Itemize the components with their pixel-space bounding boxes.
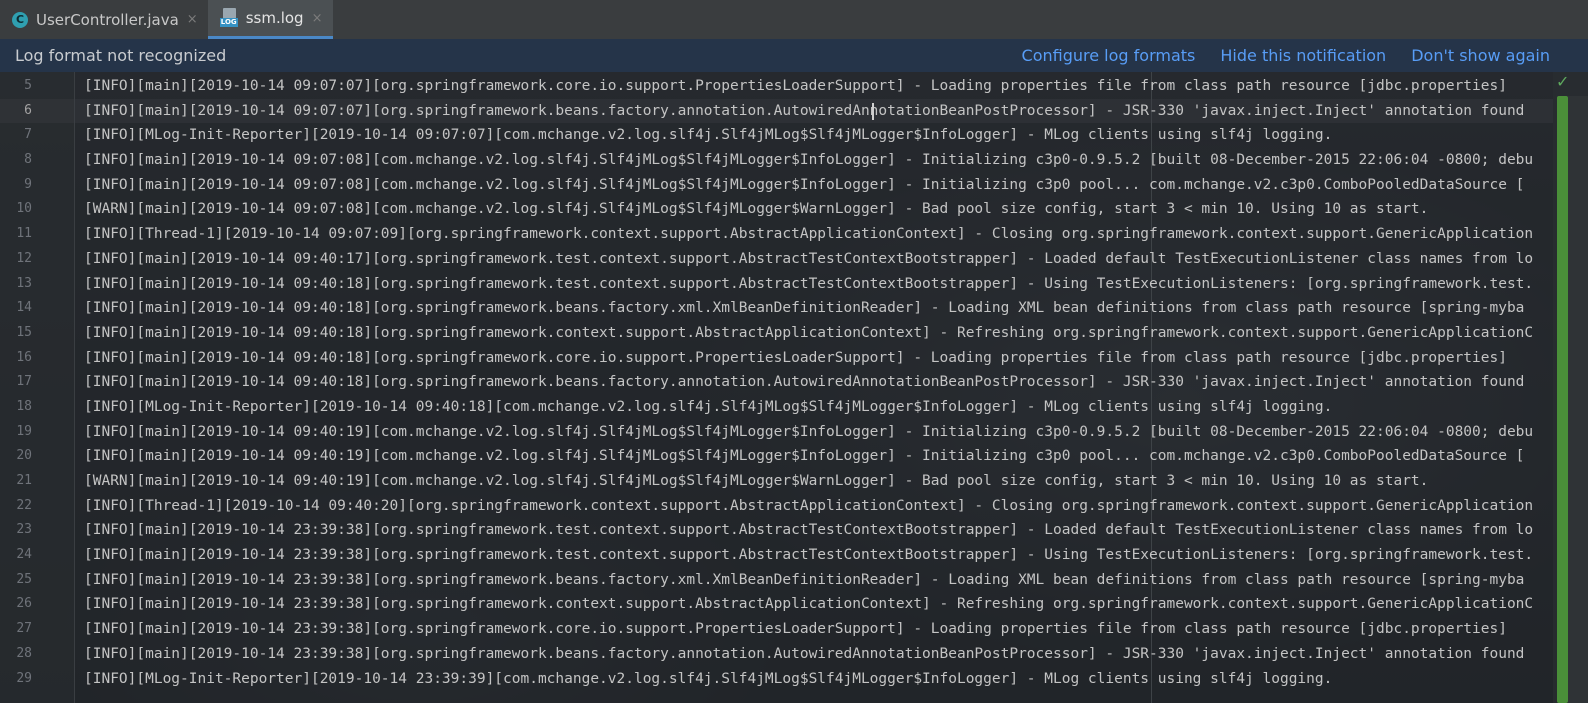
log-line-text: [WARN][main][2019-10-14 09:40:19][com.mc… bbox=[84, 473, 1429, 489]
hide-notification-link[interactable]: Hide this notification bbox=[1220, 46, 1386, 65]
notification-message: Log format not recognized bbox=[15, 46, 227, 65]
log-file-icon: LOG bbox=[219, 8, 238, 28]
line-number: 6 bbox=[24, 102, 32, 118]
log-line[interactable]: 22 [INFO][Thread-1][2019-10-14 09:40:20][… bbox=[0, 494, 1553, 519]
close-icon[interactable]: × bbox=[187, 12, 198, 27]
log-line-text: [INFO][main][2019-10-14 23:39:38][org.sp… bbox=[84, 596, 1534, 613]
log-line[interactable]: 26 [INFO][main][2019-10-14 23:39:38][org.… bbox=[0, 592, 1553, 617]
log-line-text: [INFO][main][2019-10-14 09:40:18][org.sp… bbox=[84, 300, 1525, 317]
text-caret bbox=[872, 102, 874, 120]
log-line[interactable]: 10 [WARN][main][2019-10-14 09:07:08][com.… bbox=[0, 197, 1553, 222]
line-number: 21 bbox=[16, 473, 32, 488]
line-number: 5 bbox=[24, 78, 32, 93]
log-line[interactable]: 29 [INFO][MLog-Init-Reporter][2019-10-14 … bbox=[0, 667, 1553, 692]
line-number: 18 bbox=[16, 398, 32, 414]
line-number: 8 bbox=[24, 152, 32, 168]
log-line[interactable]: 27 [INFO][main][2019-10-14 23:39:38][org.… bbox=[0, 617, 1553, 642]
log-line[interactable]: 20 [INFO][main][2019-10-14 09:40:19][com.… bbox=[0, 444, 1553, 469]
log-line-text: [INFO][main][2019-10-14 23:39:38][org.sp… bbox=[84, 645, 1525, 662]
log-line-text: [INFO][main][2019-10-14 09:40:17][org.sp… bbox=[84, 250, 1534, 267]
log-line[interactable]: 16 [INFO][main][2019-10-14 09:40:18][org.… bbox=[0, 346, 1553, 371]
line-number: 25 bbox=[16, 571, 32, 587]
log-line[interactable]: 15 [INFO][main][2019-10-14 09:40:18][org.… bbox=[0, 321, 1553, 346]
log-line-text: [INFO][main][2019-10-14 09:07:08][com.mc… bbox=[84, 176, 1525, 193]
line-number: 14 bbox=[16, 300, 32, 316]
line-number: 16 bbox=[16, 349, 32, 365]
line-number: 19 bbox=[16, 423, 32, 439]
log-line-text: [INFO][main][2019-10-14 09:40:18][org.sp… bbox=[84, 374, 1525, 391]
line-number: 29 bbox=[16, 670, 32, 686]
log-line-text: [INFO][main][2019-10-14 23:39:38][org.sp… bbox=[84, 571, 1525, 588]
log-line[interactable]: 18 [INFO][MLog-Init-Reporter][2019-10-14 … bbox=[0, 395, 1553, 420]
log-line[interactable]: 7 [INFO][MLog-Init-Reporter][2019-10-14 0… bbox=[0, 123, 1553, 148]
log-line[interactable]: 17 [INFO][main][2019-10-14 09:40:18][org.… bbox=[0, 370, 1553, 395]
log-line-text: [INFO][main][2019-10-14 09:07:07][org.sp… bbox=[84, 78, 1507, 94]
tab-user-controller[interactable]: C UserController.java × bbox=[0, 0, 208, 39]
check-icon[interactable]: ✓ bbox=[1556, 72, 1569, 91]
notification-actions: Configure log formats Hide this notifica… bbox=[997, 46, 1550, 65]
log-line-text: [INFO][main][2019-10-14 09:40:19][com.mc… bbox=[84, 448, 1525, 465]
log-line[interactable]: 9 [INFO][main][2019-10-14 09:07:08][com.m… bbox=[0, 173, 1553, 198]
log-editor[interactable]: 5 [INFO][main][2019-10-14 09:07:07][org.s… bbox=[0, 72, 1588, 703]
log-line-text: [INFO][MLog-Init-Reporter][2019-10-14 09… bbox=[84, 127, 1333, 144]
line-number: 13 bbox=[16, 275, 32, 291]
log-format-notification: Log format not recognized Configure log … bbox=[0, 39, 1588, 72]
log-line-text: [INFO][main][2019-10-14 23:39:38][org.sp… bbox=[84, 547, 1534, 564]
line-number: 17 bbox=[16, 374, 32, 390]
log-line-text: [INFO][main][2019-10-14 09:07:08][com.mc… bbox=[84, 152, 1534, 169]
log-line-text: [INFO][main][2019-10-14 23:39:38][org.sp… bbox=[84, 621, 1507, 638]
log-line-text: [INFO][MLog-Init-Reporter][2019-10-14 23… bbox=[84, 670, 1333, 687]
log-line[interactable]: 11 [INFO][Thread-1][2019-10-14 09:07:09][… bbox=[0, 222, 1553, 247]
scrollbar-track[interactable] bbox=[1568, 96, 1588, 703]
log-line-text: [INFO][main][2019-10-14 09:07:07][org.sp… bbox=[84, 102, 1525, 119]
log-line[interactable]: 28 [INFO][main][2019-10-14 23:39:38][org.… bbox=[0, 642, 1553, 667]
log-line-text: [INFO][Thread-1][2019-10-14 09:40:20][or… bbox=[84, 497, 1534, 514]
log-line[interactable]: 24 [INFO][main][2019-10-14 23:39:38][org.… bbox=[0, 543, 1553, 568]
configure-log-formats-link[interactable]: Configure log formats bbox=[1022, 46, 1196, 65]
dont-show-again-link[interactable]: Don't show again bbox=[1411, 46, 1550, 65]
line-number: 9 bbox=[24, 176, 32, 192]
line-number: 28 bbox=[16, 645, 32, 661]
log-line[interactable]: 25 [INFO][main][2019-10-14 23:39:38][org.… bbox=[0, 568, 1553, 593]
line-number: 10 bbox=[16, 201, 32, 217]
log-line[interactable]: 8 [INFO][main][2019-10-14 09:07:08][com.m… bbox=[0, 148, 1553, 173]
editor-tab-bar: C UserController.java × LOG ssm.log × bbox=[0, 0, 1588, 40]
tab-label: ssm.log bbox=[245, 9, 304, 27]
log-line[interactable]: 19 [INFO][main][2019-10-14 09:40:19][com.… bbox=[0, 420, 1553, 445]
log-line-text: [INFO][Thread-1][2019-10-14 09:07:09][or… bbox=[84, 226, 1534, 243]
log-line[interactable]: 23 [INFO][main][2019-10-14 23:39:38][org.… bbox=[0, 518, 1553, 543]
line-number: 22 bbox=[16, 497, 32, 513]
log-line[interactable]: 13 [INFO][main][2019-10-14 09:40:18][org.… bbox=[0, 272, 1553, 297]
line-number: 23 bbox=[16, 522, 32, 538]
line-number: 11 bbox=[16, 226, 32, 242]
log-line-text: [INFO][main][2019-10-14 09:40:19][com.mc… bbox=[84, 423, 1534, 440]
line-number: 7 bbox=[24, 127, 32, 143]
log-line-text: [INFO][main][2019-10-14 23:39:38][org.sp… bbox=[84, 522, 1534, 539]
log-line[interactable]: 14 [INFO][main][2019-10-14 09:40:18][org.… bbox=[0, 296, 1553, 321]
log-line[interactable]: 5 [INFO][main][2019-10-14 09:07:07][org.s… bbox=[0, 74, 1553, 99]
scrollbar-thumb[interactable] bbox=[1557, 96, 1568, 703]
tab-label: UserController.java bbox=[36, 10, 179, 29]
log-line-text: [INFO][main][2019-10-14 09:40:18][org.sp… bbox=[84, 275, 1534, 292]
log-lines: 5 [INFO][main][2019-10-14 09:07:07][org.s… bbox=[0, 74, 1553, 691]
tab-ssm-log[interactable]: LOG ssm.log × bbox=[207, 0, 333, 39]
log-line[interactable]: 21 [WARN][main][2019-10-14 09:40:19][com.… bbox=[0, 469, 1553, 494]
java-class-icon: C bbox=[12, 11, 28, 28]
log-line-text: [INFO][main][2019-10-14 09:40:18][org.sp… bbox=[84, 324, 1534, 341]
line-number: 24 bbox=[16, 547, 32, 563]
log-line-text: [INFO][MLog-Init-Reporter][2019-10-14 09… bbox=[84, 398, 1333, 415]
log-line[interactable]: 12 [INFO][main][2019-10-14 09:40:17][org.… bbox=[0, 247, 1553, 272]
line-number: 26 bbox=[16, 596, 32, 612]
line-number: 27 bbox=[16, 621, 32, 637]
line-number: 20 bbox=[16, 448, 32, 464]
close-icon[interactable]: × bbox=[312, 11, 323, 26]
log-line-text: [INFO][main][2019-10-14 09:40:18][org.sp… bbox=[84, 349, 1507, 366]
log-line[interactable]: 6 [INFO][main][2019-10-14 09:07:07][org.s… bbox=[0, 98, 1553, 124]
log-line-text: [WARN][main][2019-10-14 09:07:08][com.mc… bbox=[84, 201, 1429, 218]
line-number: 12 bbox=[16, 250, 32, 266]
line-number: 15 bbox=[16, 324, 32, 340]
